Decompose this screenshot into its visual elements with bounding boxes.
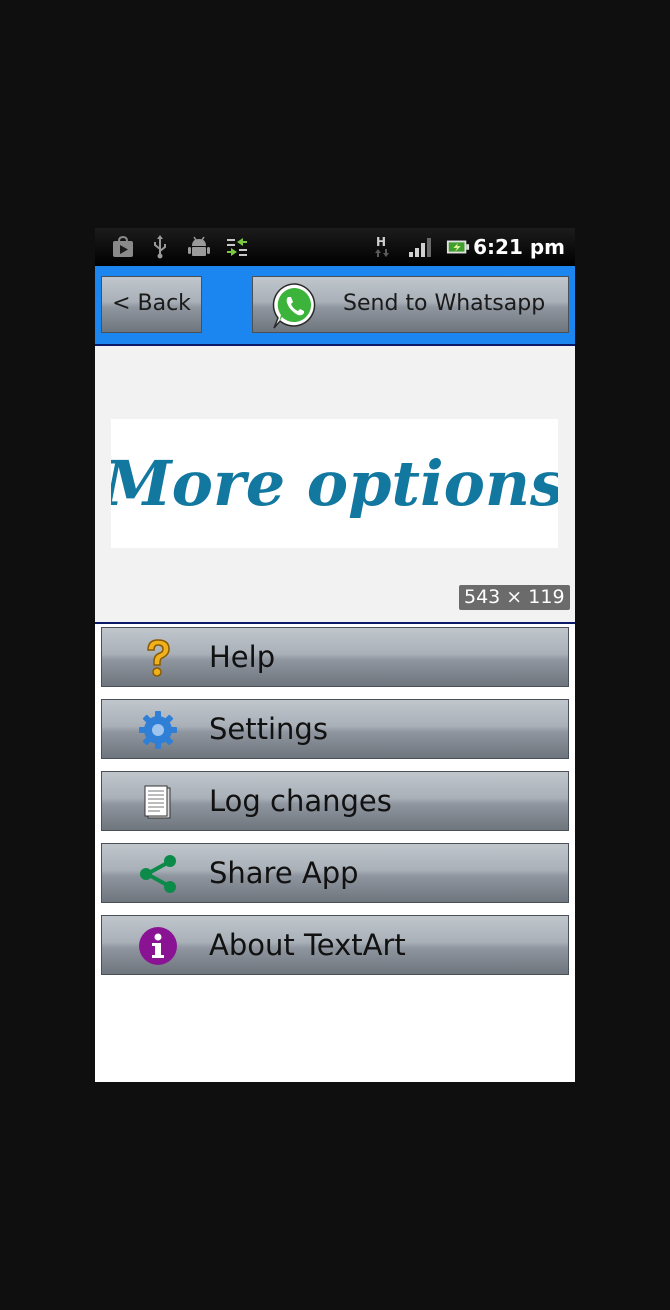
play-store-icon xyxy=(111,235,135,259)
clock: 6:21 pm xyxy=(473,235,565,259)
signal-icon xyxy=(408,235,432,259)
gear-icon xyxy=(138,710,178,750)
banner-title: More options xyxy=(111,447,558,520)
banner-area: More options 543 × 119 xyxy=(95,346,575,624)
info-icon xyxy=(138,926,178,966)
menu-item-log-changes[interactable]: Log changes xyxy=(101,771,569,831)
help-icon xyxy=(138,638,178,678)
back-button[interactable]: < Back xyxy=(101,276,202,333)
phone-screen: H 6:21 pm < Back Send to Whatsapp More o… xyxy=(95,228,575,1082)
menu-item-label: Share App xyxy=(209,856,359,890)
share-icon xyxy=(138,854,178,894)
menu-item-label: About TextArt xyxy=(209,928,406,962)
menu-item-share-app[interactable]: Share App xyxy=(101,843,569,903)
battery-charging-icon xyxy=(446,235,470,259)
menu-item-help[interactable]: Help xyxy=(101,627,569,687)
banner-image: More options xyxy=(111,419,558,548)
menu-item-label: Help xyxy=(209,640,276,674)
sync-icon xyxy=(225,235,249,259)
menu-item-about-textart[interactable]: About TextArt xyxy=(101,915,569,975)
menu-item-settings[interactable]: Settings xyxy=(101,699,569,759)
document-icon xyxy=(138,782,178,822)
send-to-whatsapp-button[interactable]: Send to Whatsapp xyxy=(252,276,569,333)
network-h-icon: H xyxy=(370,235,394,259)
back-button-label: < Back xyxy=(112,291,191,316)
menu-item-label: Settings xyxy=(209,712,328,746)
usb-icon xyxy=(148,235,172,259)
menu-item-label: Log changes xyxy=(209,784,392,818)
svg-text:H: H xyxy=(376,235,386,249)
toolbar: < Back Send to Whatsapp xyxy=(95,266,575,346)
android-debug-icon xyxy=(187,235,211,259)
status-bar: H 6:21 pm xyxy=(95,228,575,266)
send-to-whatsapp-label: Send to Whatsapp xyxy=(343,291,546,316)
whatsapp-icon xyxy=(269,280,321,332)
image-size-badge: 543 × 119 xyxy=(459,585,570,610)
